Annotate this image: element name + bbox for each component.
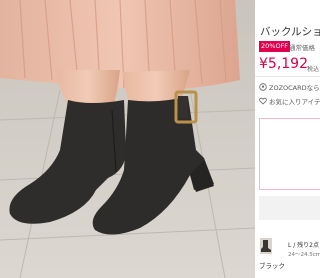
cart-area[interactable]	[259, 118, 320, 190]
zozocard-link[interactable]: ZOZOCARDなら5	[259, 82, 320, 92]
discount-badge: 20%OFF	[259, 41, 291, 52]
product-detail-panel: バックルショー 20%OFF 通常価格 ¥5,192 税込 ZOZOCARDなら…	[255, 0, 320, 278]
heart-icon	[259, 97, 267, 105]
variant-size-range: 24〜24.5cm	[288, 252, 320, 258]
variant-thumbnail[interactable]	[260, 238, 272, 254]
zozocard-text: ZOZOCARDなら5	[269, 84, 320, 92]
location-pin-icon	[259, 83, 267, 91]
sale-price: ¥5,192	[259, 56, 308, 72]
favorite-notice-link[interactable]: お気に入りアイテ	[259, 96, 320, 106]
variant-stock: L / 残り2点	[288, 242, 319, 249]
product-photo[interactable]	[0, 0, 255, 278]
divider	[255, 76, 320, 77]
product-title: バックルショー	[260, 26, 320, 38]
favorite-notice-text: お気に入りアイテ	[269, 98, 320, 106]
regular-price-label: 通常価格	[289, 44, 315, 52]
tax-note: 税込	[307, 66, 320, 73]
variant-color: ブラック	[259, 262, 285, 270]
favorite-area[interactable]	[259, 196, 320, 220]
